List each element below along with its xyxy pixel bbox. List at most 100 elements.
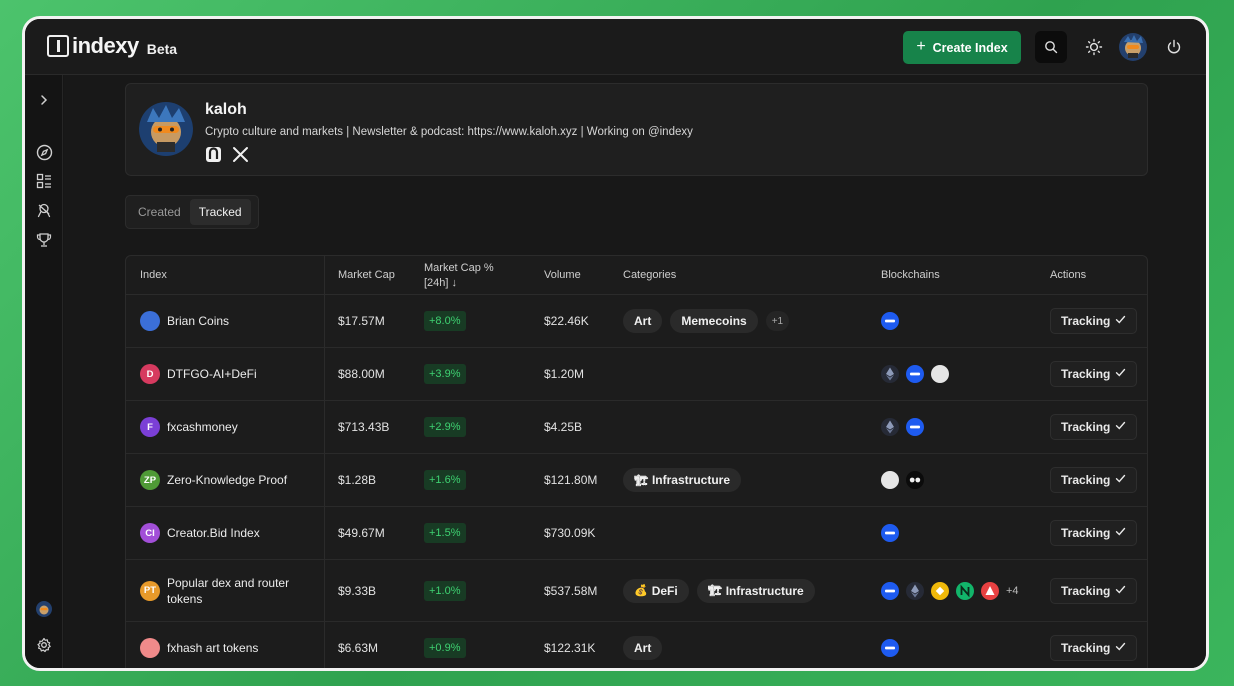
search-button[interactable] [1035,31,1067,63]
base-chain-icon [881,581,899,600]
base-chain-icon [881,524,899,542]
table-row[interactable]: PT Popular dex and router tokens $9.33B +1.… [126,560,1147,622]
more-categories-badge[interactable]: +1 [765,311,790,331]
table-row[interactable]: Brian Coins $17.57M +8.0% $22.46K Art Memecoi… [126,295,1147,348]
header-volume[interactable]: Volume [544,256,581,295]
expand-sidebar-button[interactable] [35,91,53,109]
checkmark-icon [1115,526,1126,540]
volume-value: $1.20M [544,367,585,381]
newsletter-link-icon[interactable] [205,146,222,163]
categories-cell: Art [623,622,670,668]
index-cell[interactable]: fxhash art tokens [140,622,320,668]
sidebar-item-quests[interactable] [35,201,53,219]
table-header: Index Market Cap Market Cap % [24h] ↓ Vo… [126,256,1147,295]
base-chain-icon [906,365,924,383]
sidebar-profile-avatar[interactable] [35,600,53,618]
logout-button[interactable] [1166,39,1182,60]
index-cell[interactable]: ZP Zero-Knowledge Proof [140,454,320,506]
index-name: Creator.Bid Index [167,526,260,540]
table-row[interactable]: D DTFGO-AI+DeFi $88.00M +3.9% $1.20M Tracking [126,348,1147,401]
blockchains-cell [881,401,931,453]
header-market-cap-pct[interactable]: Market Cap % [24h] ↓ [424,256,494,295]
tracking-button[interactable]: Tracking [1050,467,1138,493]
tracking-button[interactable]: Tracking [1050,361,1138,387]
checkmark-icon [1115,367,1126,381]
index-cell[interactable]: CI Creator.Bid Index [140,507,320,559]
sidebar-item-leaderboard[interactable] [35,231,53,249]
more-chains-label[interactable]: +4 [1006,585,1019,597]
table-row[interactable]: CI Creator.Bid Index $49.67M +1.5% $730.09K T… [126,507,1147,560]
market-cap-value: $9.33B [338,583,377,598]
tracking-label: Tracking [1061,314,1111,328]
table-row[interactable]: Ffxcashmoney $713.43B +2.9% $4.25B Tracking [126,401,1147,454]
tracking-label: Tracking [1061,583,1111,598]
profile-card: kaloh Crypto culture and markets | Newsl… [125,83,1148,176]
tracking-button[interactable]: Tracking [1050,308,1138,334]
profile-avatar [139,102,193,156]
sidebar-item-settings[interactable] [35,636,53,654]
tracking-button[interactable]: Tracking [1050,520,1138,546]
category-chip[interactable]: Art [623,309,663,333]
badge-icon [37,203,51,218]
blockchains-cell [881,454,931,506]
index-cell[interactable]: D DTFGO-AI+DeFi [140,348,320,400]
sidebar-item-explore[interactable] [35,143,53,161]
ethereum-icon [881,418,899,436]
app-window: indexy Beta + Create Index kaloh Crypto … [22,16,1209,671]
market-cap-change-cell: +2.9% [424,401,466,453]
checkmark-icon [1115,420,1126,434]
user-avatar[interactable] [1119,33,1147,61]
sidebar-item-indexes[interactable] [35,172,53,190]
market-cap-change-badge: +1.5% [424,523,466,543]
index-cell[interactable]: PT Popular dex and router tokens [140,560,320,621]
tab-tracked[interactable]: Tracked [189,199,251,225]
sidebar [25,75,63,668]
category-chip[interactable]: Memecoins [670,309,758,333]
blockchains-cell: +4 [881,560,1019,621]
index-cell[interactable]: Ffxcashmoney [140,401,320,453]
profile-bio: Crypto culture and markets | Newsletter … [205,126,693,138]
volume-value: $730.09K [544,526,596,540]
avatar-image [139,102,193,156]
market-cap-change-cell: +0.9% [424,622,466,668]
tab-created[interactable]: Created [129,199,190,225]
category-label: Infrastructure [725,583,804,598]
beta-label: Beta [146,41,178,57]
x-twitter-icon[interactable] [232,146,249,163]
actions-cell: Tracking [1050,507,1138,559]
index-cell[interactable]: Brian Coins [140,295,320,347]
table-row[interactable]: ZP Zero-Knowledge Proof $1.28B +1.6% $121.80… [126,454,1147,507]
create-index-button[interactable]: + Create Index [903,31,1021,64]
tracked-index-table: Index Market Cap Market Cap % [24h] ↓ Vo… [125,255,1148,668]
tracking-button[interactable]: Tracking [1050,577,1138,604]
index-name: Popular dex and router tokens [167,575,290,606]
market-cap-change-badge: +2.9% [424,417,466,437]
tracking-button[interactable]: Tracking [1050,414,1138,440]
market-cap-change-cell: +1.5% [424,507,466,559]
tracking-button[interactable]: Tracking [1050,634,1138,661]
compass-icon [36,144,52,160]
theme-toggle[interactable] [1085,38,1103,61]
tracking-label: Tracking [1061,526,1111,540]
chevron-right-icon [41,95,48,105]
actions-cell: Tracking [1050,622,1138,668]
avatar-image [36,601,52,617]
checkmark-icon [1115,473,1126,487]
volume-value: $122.31K [544,640,596,655]
category-chip[interactable]: 🏗 Infrastructure [623,468,741,492]
market-cap-value: $17.57M [338,314,385,328]
profile-name: kaloh [205,101,247,118]
logo[interactable]: indexy Beta [47,33,177,59]
blockchains-cell [881,622,906,668]
category-label: Memecoins [681,314,747,328]
category-chip[interactable]: Art [623,635,663,660]
category-chip[interactable]: 💰 DeFi [623,578,689,603]
category-label: DeFi [651,583,678,598]
base-chain-icon [906,418,924,436]
volume-value: $4.25B [544,420,583,434]
header-index[interactable]: Index [140,256,167,295]
table-row[interactable]: fxhash art tokens $6.63M +0.9% $122.31K Art T… [126,622,1147,668]
category-chip[interactable]: 🏗 Infrastructure [696,578,815,603]
header-blockchains: Blockchains [881,269,940,281]
header-market-cap[interactable]: Market Cap [338,256,395,295]
